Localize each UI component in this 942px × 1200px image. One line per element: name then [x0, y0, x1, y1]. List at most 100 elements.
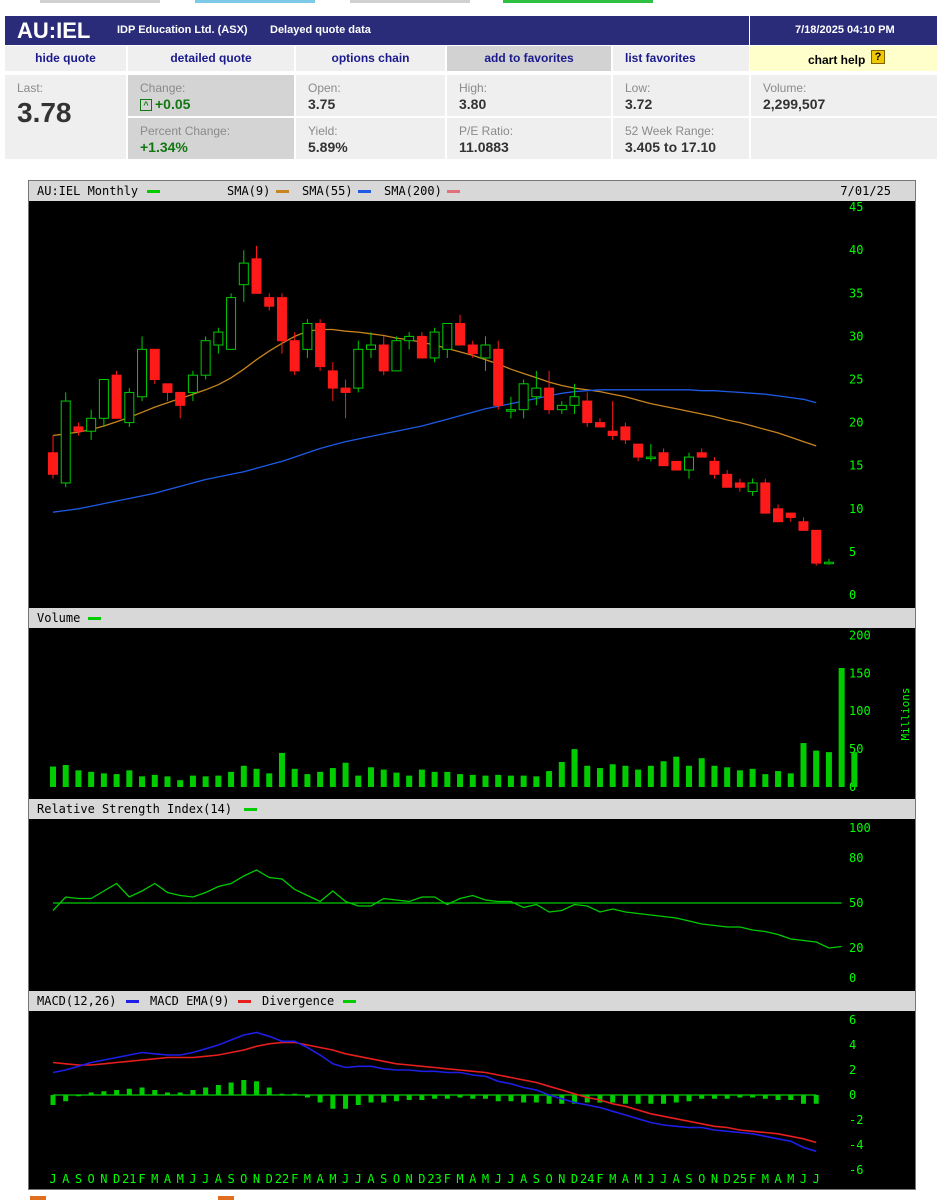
legend-swatch — [358, 190, 371, 193]
x-tick-label: F — [749, 1172, 756, 1186]
candle-body — [785, 512, 796, 518]
volume-bar — [584, 765, 591, 787]
x-tick-label: A — [520, 1172, 528, 1186]
options-chain-button[interactable]: options chain — [296, 46, 445, 71]
x-tick-label: S — [533, 1172, 540, 1186]
x-tick-label: J — [202, 1172, 209, 1186]
candle-body — [302, 322, 313, 350]
divergence-bar — [661, 1095, 667, 1104]
list-favorites-button[interactable]: list favorites — [613, 46, 749, 71]
detailed-quote-button[interactable]: detailed quote — [128, 46, 294, 71]
percent-change-value: +1.34% — [140, 139, 188, 155]
candle-body — [505, 409, 516, 412]
volume-bar — [380, 769, 387, 787]
bottom-icon — [218, 1196, 234, 1200]
add-to-favorites-button[interactable]: add to favorites — [447, 46, 611, 71]
volume-bar — [520, 775, 527, 787]
legend-swatch — [238, 1000, 251, 1003]
volume-bar — [240, 765, 247, 787]
hide-quote-button[interactable]: hide quote — [5, 46, 126, 71]
chart-help-button[interactable]: chart help ? — [750, 46, 937, 71]
rsi-tick-label: 20 — [849, 941, 863, 955]
candle-body — [124, 391, 135, 424]
volume-bar — [825, 752, 832, 787]
volume-bar — [304, 774, 311, 787]
pe-ratio-label: P/E Ratio: — [459, 124, 514, 138]
x-tick-label: A — [317, 1172, 325, 1186]
candle-body — [327, 370, 338, 389]
candle-body — [60, 400, 71, 484]
volume-bar — [660, 761, 667, 787]
x-tick-label: O — [393, 1172, 400, 1186]
delayed-notice: Delayed quote data — [270, 24, 371, 36]
change-cell: Change: ^ +0.05 — [128, 75, 294, 116]
divergence-bar — [432, 1095, 438, 1099]
x-tick-label: J — [813, 1172, 820, 1186]
divergence-bar — [800, 1095, 806, 1104]
macd-divergence-label: Divergence — [262, 994, 334, 1008]
volume-bar — [177, 780, 184, 787]
x-tick-label: J — [342, 1172, 349, 1186]
x-tick-label: A — [215, 1172, 223, 1186]
legend-sma9: SMA(9) — [227, 184, 270, 198]
legend-swatch — [126, 1000, 139, 1003]
macd-tick-label: 2 — [849, 1063, 856, 1077]
candle-body — [378, 344, 389, 372]
divergence-bar — [610, 1095, 616, 1103]
divergence-bar — [508, 1095, 514, 1102]
x-tick-label: F — [291, 1172, 298, 1186]
x-tick-label: J — [189, 1172, 196, 1186]
high-label: High: — [459, 81, 488, 95]
candle-body — [73, 426, 84, 432]
rsi-tick-label: 100 — [849, 821, 871, 835]
divergence-bar — [292, 1093, 298, 1095]
macd-tick-label: -2 — [849, 1113, 863, 1127]
ticker-symbol: AU:IEL — [17, 18, 91, 43]
divergence-bar — [648, 1095, 654, 1104]
x-tick-label: D — [724, 1172, 731, 1186]
candle-body — [276, 297, 287, 342]
x-tick-label: S — [227, 1172, 234, 1186]
x-tick-label: M — [151, 1172, 158, 1186]
divergence-bar — [750, 1095, 756, 1098]
divergence-bar — [762, 1095, 768, 1099]
divergence-bar — [152, 1090, 158, 1095]
volume-bar — [469, 774, 476, 787]
volume-bar — [698, 758, 705, 787]
candle-body — [747, 482, 758, 493]
volume-bar — [393, 772, 400, 787]
x-tick-label: D — [418, 1172, 425, 1186]
volume-bar — [482, 775, 489, 787]
volume-tick-label: 200 — [849, 628, 871, 642]
volume-bar — [762, 774, 769, 787]
candle-body — [798, 521, 809, 531]
percent-change-label: Percent Change: — [140, 124, 231, 138]
x-tick-label: M — [787, 1172, 794, 1186]
volume-bar — [444, 771, 451, 787]
divergence-bar — [813, 1095, 819, 1104]
volume-bar — [202, 776, 209, 787]
divergence-bar — [241, 1080, 247, 1095]
quote-header: AU:IEL IDP Education Ltd. (ASX) Delayed … — [5, 16, 749, 45]
candle-body — [823, 561, 834, 565]
volume-bar — [673, 756, 680, 787]
high-value: 3.80 — [459, 96, 487, 112]
volume-bar — [228, 771, 235, 787]
x-tick-label: A — [673, 1172, 681, 1186]
legend-swatch — [343, 1000, 356, 1003]
divergence-bar — [457, 1095, 463, 1098]
candle-body — [493, 348, 504, 406]
divergence-bar — [419, 1095, 425, 1100]
volume-bar — [418, 769, 425, 787]
volume-bar — [609, 764, 616, 787]
low-cell: Low: 3.72 — [613, 75, 749, 116]
last-price-label: Last: — [17, 81, 44, 95]
x-tick-label: A — [367, 1172, 375, 1186]
week52-range-value: 3.405 to 17.10 — [625, 139, 717, 155]
empty-quote-cell — [751, 118, 937, 159]
volume-bar — [355, 775, 362, 787]
volume-unit-label: Millions — [899, 688, 912, 741]
x-tick-label: M — [762, 1172, 769, 1186]
change-value-wrap: ^ +0.05 — [140, 96, 190, 112]
divergence-bar — [164, 1092, 170, 1095]
